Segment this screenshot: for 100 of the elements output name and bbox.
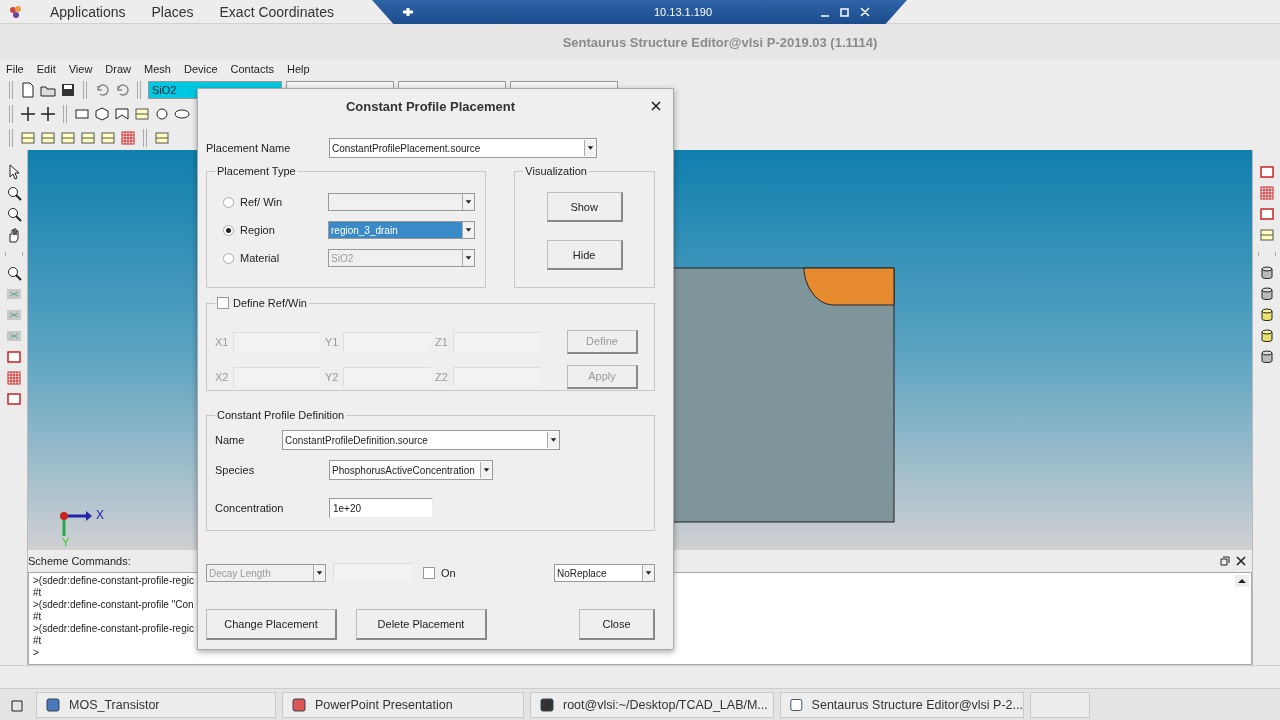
axis-view-icon[interactable] (5, 307, 22, 323)
coordinate-label: X1 (215, 335, 229, 348)
menu-item[interactable]: Contacts (230, 63, 274, 75)
console-line: > (33, 647, 39, 659)
taskbar-item[interactable]: PowerPoint Presentation (282, 691, 524, 718)
coordinate-label: X2 (215, 370, 229, 383)
tool-icon[interactable] (80, 130, 96, 146)
console-line: >(sdedr:define-constant-profile-regic (33, 623, 194, 635)
option-combo[interactable]: region_3_drain (328, 221, 475, 239)
crosshair-icon[interactable] (20, 106, 36, 122)
tool-icon[interactable] (154, 130, 170, 146)
frame-icon[interactable] (1258, 206, 1275, 222)
restore-icon[interactable] (1220, 556, 1230, 566)
polygon-icon[interactable] (114, 106, 130, 122)
tool-icon[interactable] (20, 130, 36, 146)
hexagon-icon[interactable] (94, 106, 110, 122)
close-button[interactable]: Close (579, 609, 655, 640)
menu-item[interactable]: Device (183, 63, 218, 75)
app-icon (45, 696, 61, 713)
crosshair-icon[interactable] (40, 106, 56, 122)
window-controls-icon[interactable] (821, 6, 873, 18)
radio-button[interactable] (223, 224, 234, 236)
group-title: Constant Profile Definition (215, 409, 347, 421)
console-title: Scheme Commands: (28, 555, 131, 567)
concentration-field[interactable]: 1e+20 (329, 498, 433, 518)
console-line: #t (33, 587, 42, 599)
menu-item[interactable]: Draw (105, 63, 132, 75)
frame-icon[interactable] (5, 349, 22, 365)
cylinder-icon[interactable] (1258, 328, 1275, 344)
tool-icon[interactable] (40, 130, 56, 146)
coordinate-label: Y2 (325, 370, 339, 383)
taskbar-label: root@vlsi:~/Desktop/TCAD_LAB/M... (563, 697, 768, 712)
change-placement-button[interactable]: Change Placement (206, 609, 337, 640)
taskbar-item[interactable]: Sentaurus Structure Editor@vlsi P-2... (780, 691, 1024, 718)
panel-menu[interactable]: Applications (50, 3, 126, 20)
circle-icon[interactable] (154, 106, 170, 122)
zoom-icon[interactable] (5, 185, 22, 201)
checkbox-label: On (441, 567, 456, 579)
console-line: >(sdedr:define-constant-profile-regic (33, 575, 194, 587)
tool-icon[interactable] (60, 130, 76, 146)
dialog-title: Constant Profile Placement (345, 98, 515, 114)
grid-icon[interactable] (5, 370, 22, 386)
close-icon[interactable] (1236, 556, 1246, 566)
tool-icon[interactable] (100, 130, 116, 146)
apps-icon[interactable] (8, 3, 24, 20)
menu-item[interactable]: File (6, 63, 24, 75)
undo-icon[interactable] (94, 82, 110, 98)
checkbox[interactable] (217, 297, 229, 309)
app-icon (539, 696, 555, 713)
field-label: Species (215, 464, 256, 476)
cylinder-icon[interactable] (1258, 265, 1275, 281)
radio-label: Material (240, 252, 281, 264)
axis-view-icon[interactable] (5, 286, 22, 302)
frame-icon[interactable] (1258, 164, 1275, 180)
taskbar-item[interactable]: root@vlsi:~/Desktop/TCAD_LAB/M... (530, 691, 774, 718)
grid-icon[interactable] (120, 130, 136, 146)
placement-name-combo[interactable]: ConstantProfilePlacement.source (329, 138, 597, 158)
undo-icon[interactable] (114, 82, 130, 98)
coordinate-label: Z1 (435, 335, 449, 348)
menu-item[interactable]: Edit (36, 63, 56, 75)
taskbar-label: PowerPoint Presentation (315, 697, 453, 712)
grid-icon[interactable] (1258, 185, 1275, 201)
zoom-icon[interactable] (5, 265, 22, 281)
window-title: Sentaurus Structure Editor@vlsi P-2019.03 (1.1114) (562, 34, 878, 50)
menu-item[interactable]: Mesh (144, 63, 171, 75)
visualization-button[interactable]: Hide (546, 240, 623, 270)
menu-item[interactable]: Help (287, 63, 310, 75)
species-combo[interactable]: PhosphorusActiveConcentration (329, 460, 493, 480)
group-title: Visualization (523, 165, 589, 177)
profile-name-combo[interactable]: ConstantProfileDefinition.source (282, 430, 560, 450)
cylinder-icon[interactable] (1258, 286, 1275, 302)
close-icon[interactable] (651, 101, 661, 111)
tool-icon[interactable] (134, 106, 150, 122)
zoom-icon[interactable] (5, 206, 22, 222)
taskbar-label: MOS_Transistor (69, 697, 160, 712)
ellipse-icon[interactable] (174, 106, 190, 122)
rectangle-icon[interactable] (74, 106, 90, 122)
new-file-icon[interactable] (20, 82, 36, 98)
panel-menu[interactable]: Places (151, 3, 194, 20)
axis-label: X (96, 508, 104, 522)
cylinder-icon[interactable] (1258, 307, 1275, 323)
axis-view-icon[interactable] (5, 328, 22, 344)
group-title: Placement Type (215, 165, 298, 177)
cylinder-icon[interactable] (1258, 349, 1275, 365)
frame-icon[interactable] (5, 391, 22, 407)
menu-item[interactable]: View (68, 63, 93, 75)
tool-icon[interactable] (1258, 227, 1275, 243)
console-line: #t (33, 635, 42, 647)
visualization-button[interactable]: Show (546, 192, 623, 222)
delete-placement-button[interactable]: Delete Placement (356, 609, 487, 640)
panel-menu[interactable]: Exact Coordinates (219, 3, 334, 20)
field-label: Name (215, 434, 246, 446)
scroll-up-icon[interactable] (1235, 575, 1249, 587)
save-icon[interactable] (60, 82, 76, 98)
taskbar-item[interactable]: MOS_Transistor (36, 691, 276, 718)
app-icon (291, 696, 307, 713)
radio-label: Ref/ Win (240, 196, 284, 208)
coordinate-label: Y1 (325, 335, 339, 348)
console-line: #t (33, 611, 42, 623)
radio-label: Region (240, 224, 276, 236)
